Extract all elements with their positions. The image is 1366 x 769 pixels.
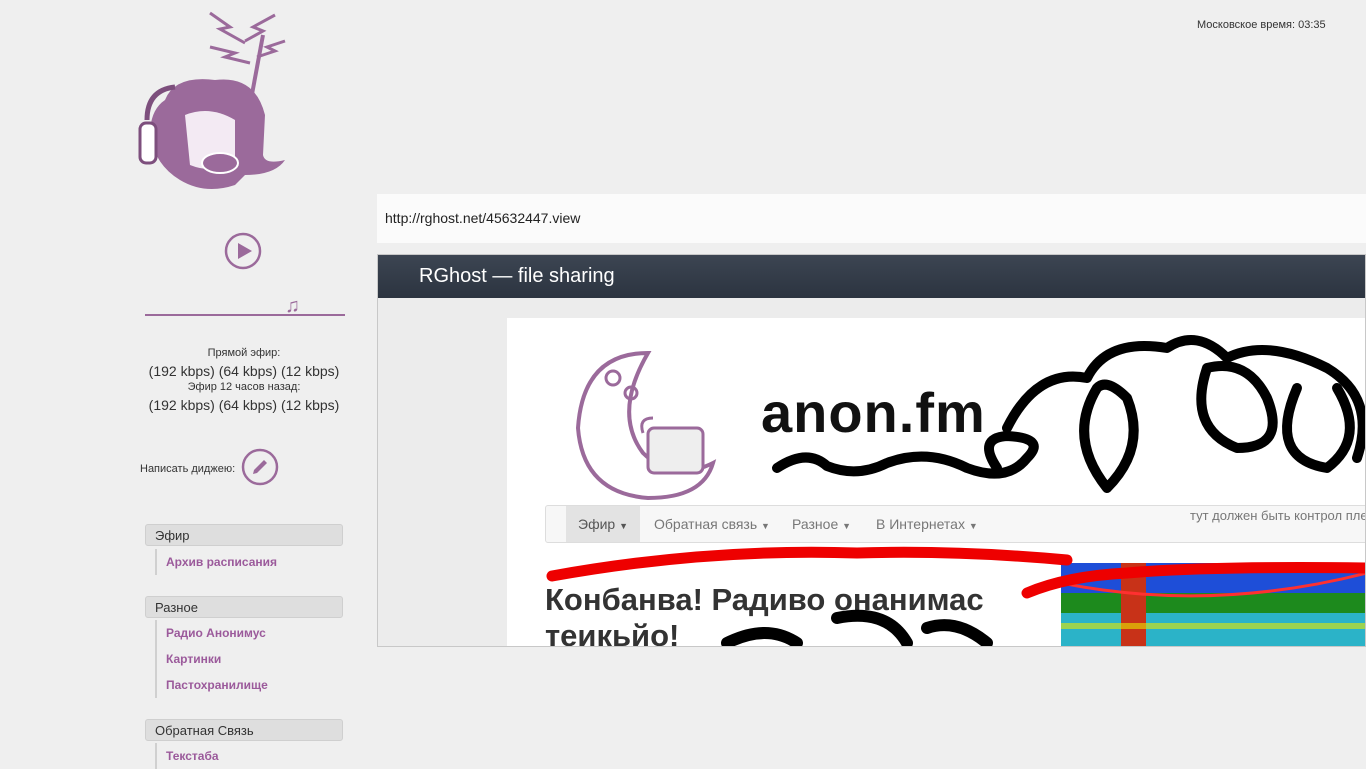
play-button[interactable] bbox=[224, 232, 262, 270]
volume-track[interactable] bbox=[145, 314, 345, 316]
menu-raznoe-list: Радио Анонимус Картинки Пастохранилище bbox=[155, 620, 268, 698]
past-stream-links: (192 kbps) (64 kbps) (12 kbps) bbox=[140, 397, 348, 413]
shot-player-note: тут должен быть контрол пле bbox=[1190, 508, 1366, 523]
moscow-time: Московское время: 03:35 bbox=[1197, 19, 1326, 31]
menu-raznoe[interactable]: Разное bbox=[145, 596, 343, 618]
menu-item-pastebin[interactable]: Пастохранилище bbox=[166, 672, 268, 698]
write-dj: Написать диджею: bbox=[140, 448, 290, 488]
site-logo[interactable] bbox=[135, 5, 315, 195]
volume-slider[interactable]: ♫ bbox=[145, 296, 345, 320]
live-stream-label: Прямой эфир: bbox=[207, 347, 281, 359]
link-url[interactable]: http://rghost.net/45632447.view bbox=[377, 194, 1366, 243]
menu-efir-list: Архив расписания bbox=[155, 549, 277, 575]
shot-tab-internets: В Интернетах ▼ bbox=[876, 516, 978, 532]
write-dj-label: Написать диджею: bbox=[140, 463, 236, 475]
past-stream: Эфир 12 часов назад: (192 kbps) (64 kbps… bbox=[140, 381, 348, 413]
shot-tab-efir: Эфир ▼ bbox=[566, 506, 640, 542]
menu-item-pictures[interactable]: Картинки bbox=[166, 646, 268, 672]
moon-logo-icon bbox=[575, 350, 717, 501]
shot-nav: Эфир ▼ Обратная связь ▼ Разное ▼ В Интер… bbox=[545, 505, 1366, 543]
shot-headline-line2: теикьйо! bbox=[545, 618, 680, 647]
shot-site-title: anon.fm bbox=[761, 381, 986, 444]
pencil-icon[interactable] bbox=[241, 448, 279, 486]
live-12-link[interactable]: (12 kbps) bbox=[281, 363, 339, 379]
shot-headline: Конбанва! Радиво онанимас теикьйо! bbox=[545, 582, 984, 647]
live-stream-links: (192 kbps) (64 kbps) (12 kbps) bbox=[140, 363, 348, 379]
menu-item-schedule-archive[interactable]: Архив расписания bbox=[166, 549, 277, 575]
menu-efir[interactable]: Эфир bbox=[145, 524, 343, 546]
live-stream: Прямой эфир: (192 kbps) (64 kbps) (12 kb… bbox=[140, 347, 348, 379]
link-preview[interactable]: RGhost — file sharing anon.fm Эфир ▼ Обр… bbox=[377, 254, 1366, 647]
music-note-icon: ♫ bbox=[285, 295, 300, 317]
past-64-link[interactable]: (64 kbps) bbox=[219, 397, 277, 413]
shot-tab-raznoe: Разное ▼ bbox=[792, 516, 852, 532]
past-192-link[interactable]: (192 kbps) bbox=[149, 397, 215, 413]
live-64-link[interactable]: (64 kbps) bbox=[219, 363, 277, 379]
past-stream-label: Эфир 12 часов назад: bbox=[187, 381, 301, 393]
menu-item-textboard[interactable]: Текстаба bbox=[166, 743, 219, 769]
shot-tab-feedback: Обратная связь ▼ bbox=[654, 516, 770, 532]
menu-feedback[interactable]: Обратная Связь bbox=[145, 719, 343, 741]
menu-item-radio-anonymous[interactable]: Радио Анонимус bbox=[166, 620, 268, 646]
menu-feedback-list: Текстаба bbox=[155, 743, 219, 769]
preview-title: RGhost — file sharing bbox=[378, 255, 1365, 298]
past-12-link[interactable]: (12 kbps) bbox=[281, 397, 339, 413]
shot-headline-line1: Конбанва! Радиво онанимас bbox=[545, 582, 984, 617]
preview-screenshot: anon.fm Эфир ▼ Обратная связь ▼ Разное ▼… bbox=[507, 318, 1366, 647]
live-192-link[interactable]: (192 kbps) bbox=[149, 363, 215, 379]
bridge-image bbox=[1061, 563, 1365, 646]
